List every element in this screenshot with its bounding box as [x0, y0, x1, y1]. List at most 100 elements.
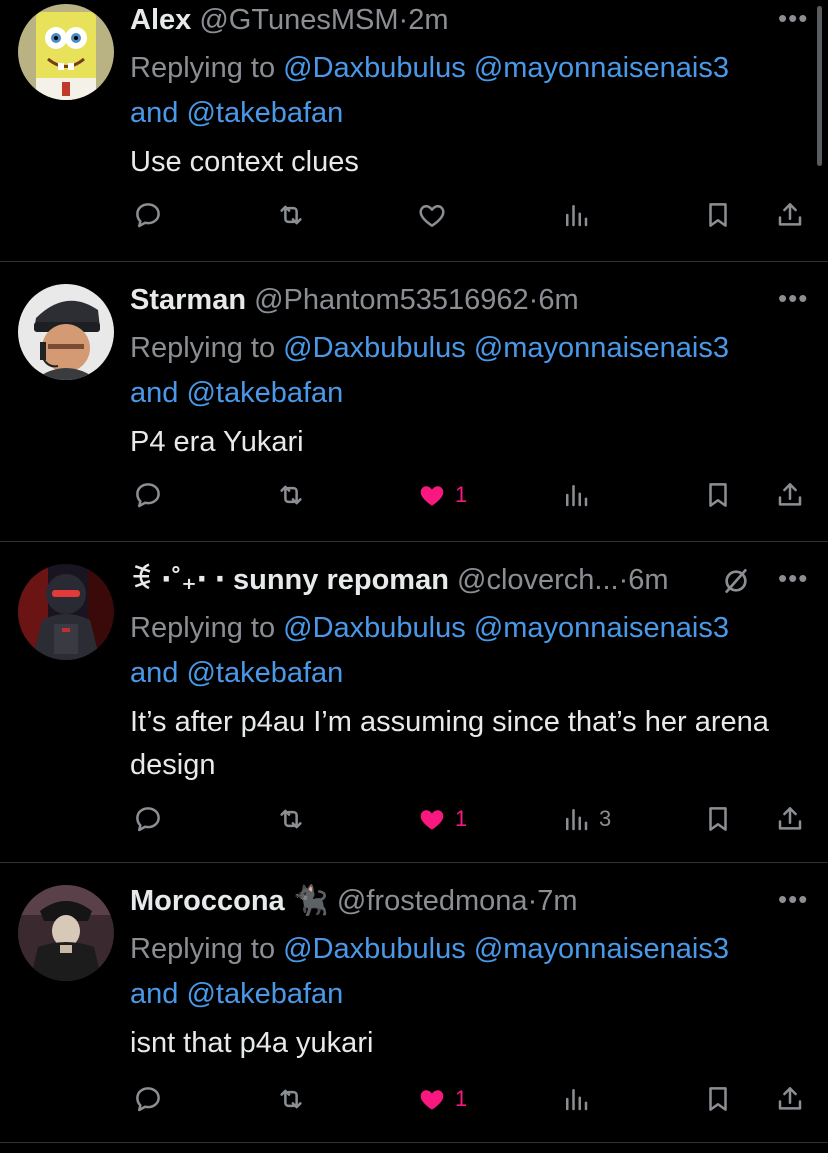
bookmark-button[interactable]: [703, 475, 733, 515]
reply-tweet[interactable]: Alex @GTunesMSM·2m ••• Replying to @Daxb…: [0, 0, 828, 261]
reply-icon: [133, 1084, 163, 1114]
display-name[interactable]: Starman: [130, 284, 246, 316]
share-button[interactable]: [775, 1079, 805, 1119]
views-count: 3: [599, 806, 612, 831]
reply-tweet[interactable]: Moroccona 🐈‍⬛ @frostedmona·7m ••• Replyi…: [0, 881, 828, 1142]
action-bar: 1 3: [0, 799, 828, 839]
tweet-text: P4 era Yukari: [130, 426, 304, 458]
retweet-icon: [276, 804, 306, 834]
reply-tweet[interactable]: ꉂ ⋅˚₊‧ ‧ sunny repoman @cloverch...·6m •…: [0, 560, 828, 862]
separator: ·: [528, 284, 539, 316]
user-handle[interactable]: @GTunesMSM: [199, 4, 398, 36]
display-name[interactable]: Moroccona: [130, 885, 285, 917]
mention-link[interactable]: @mayonnaisenais3: [474, 612, 729, 644]
mention-link[interactable]: @takebafan: [186, 657, 343, 689]
more-icon[interactable]: •••: [778, 5, 808, 32]
tweet-header: Alex @GTunesMSM·2m: [130, 0, 770, 40]
replying-to: Replying to @Daxbubulus @mayonnaisenais3…: [130, 46, 810, 136]
timestamp[interactable]: 2m: [408, 4, 448, 36]
reply-tweet[interactable]: Starman @Phantom53516962·6m ••• Replying…: [0, 280, 828, 541]
share-button[interactable]: [775, 475, 805, 515]
reply-button[interactable]: [133, 195, 163, 235]
display-name[interactable]: ꉂ ⋅˚₊‧ ‧ sunny repoman: [130, 564, 449, 596]
like-button[interactable]: 1: [417, 799, 467, 839]
retweet-button[interactable]: [276, 195, 306, 235]
bookmark-button[interactable]: [703, 1079, 733, 1119]
avatar[interactable]: [18, 284, 114, 380]
tweet-header: ꉂ ⋅˚₊‧ ‧ sunny repoman @cloverch...·6m: [130, 560, 770, 600]
mention-link[interactable]: @mayonnaisenais3: [474, 933, 729, 965]
reply-button[interactable]: [133, 475, 163, 515]
replying-to: Replying to @Daxbubulus @mayonnaisenais3…: [130, 927, 810, 1017]
more-icon[interactable]: •••: [778, 886, 808, 913]
reply-icon: [133, 804, 163, 834]
retweet-icon: [276, 200, 306, 230]
like-button[interactable]: 1: [417, 1079, 467, 1119]
bookmark-icon: [703, 804, 733, 834]
action-bar: 1: [0, 475, 828, 515]
timestamp[interactable]: 6m: [628, 564, 668, 596]
replying-to: Replying to @Daxbubulus @mayonnaisenais3…: [130, 606, 810, 696]
views-button[interactable]: [561, 475, 591, 515]
more-icon[interactable]: •••: [778, 285, 808, 312]
action-bar: [0, 195, 828, 235]
views-icon: [561, 1084, 591, 1114]
retweet-button[interactable]: [276, 799, 306, 839]
and-others-link[interactable]: and: [130, 377, 178, 409]
reply-icon: [133, 200, 163, 230]
avatar[interactable]: [18, 4, 114, 100]
like-button[interactable]: [417, 195, 447, 235]
like-count: 1: [455, 806, 468, 831]
replying-to-label: Replying to: [130, 52, 276, 84]
views-button[interactable]: [561, 1079, 591, 1119]
mention-link[interactable]: @takebafan: [186, 978, 343, 1010]
user-handle[interactable]: @Phantom53516962: [254, 284, 529, 316]
tweet-text: isnt that p4a yukari: [130, 1027, 374, 1059]
more-icon[interactable]: •••: [778, 565, 808, 592]
retweet-button[interactable]: [276, 475, 306, 515]
timestamp[interactable]: 6m: [538, 284, 578, 316]
views-button[interactable]: [561, 195, 591, 235]
mention-link[interactable]: @Daxbubulus: [283, 332, 466, 364]
views-icon: [561, 480, 591, 510]
like-count: 1: [455, 1086, 468, 1111]
mention-link[interactable]: @takebafan: [186, 97, 343, 129]
reply-button[interactable]: [133, 799, 163, 839]
mention-link[interactable]: @mayonnaisenais3: [474, 52, 729, 84]
display-name[interactable]: Alex: [130, 4, 191, 36]
share-button[interactable]: [775, 799, 805, 839]
tweet-header: Moroccona 🐈‍⬛ @frostedmona·7m: [130, 881, 770, 921]
mention-link[interactable]: @mayonnaisenais3: [474, 332, 729, 364]
mention-link[interactable]: @Daxbubulus: [283, 52, 466, 84]
mention-link[interactable]: @Daxbubulus: [283, 612, 466, 644]
bookmark-icon: [703, 1084, 733, 1114]
like-button[interactable]: 1: [417, 475, 467, 515]
bookmark-button[interactable]: [703, 799, 733, 839]
retweet-button[interactable]: [276, 1079, 306, 1119]
like-icon: [417, 200, 447, 230]
mention-link[interactable]: @takebafan: [186, 377, 343, 409]
avatar[interactable]: [18, 564, 114, 660]
bookmark-button[interactable]: [703, 195, 733, 235]
user-handle[interactable]: @cloverch...: [457, 564, 619, 596]
share-icon: [775, 1084, 805, 1114]
separator: ·: [398, 4, 409, 36]
views-button[interactable]: 3: [561, 799, 611, 839]
and-others-link[interactable]: and: [130, 657, 178, 689]
black-cat-emoji: 🐈‍⬛: [292, 885, 329, 917]
muted-icon: [720, 565, 752, 597]
user-handle[interactable]: @frostedmona: [337, 885, 528, 917]
replying-to-label: Replying to: [130, 612, 276, 644]
reply-button[interactable]: [133, 1079, 163, 1119]
like-icon: [417, 480, 447, 510]
avatar[interactable]: [18, 885, 114, 981]
share-button[interactable]: [775, 195, 805, 235]
timestamp[interactable]: 7m: [537, 885, 577, 917]
reply-icon: [133, 480, 163, 510]
mention-link[interactable]: @Daxbubulus: [283, 933, 466, 965]
like-icon: [417, 804, 447, 834]
and-others-link[interactable]: and: [130, 97, 178, 129]
and-others-link[interactable]: and: [130, 978, 178, 1010]
replying-to-label: Replying to: [130, 332, 276, 364]
bookmark-icon: [703, 480, 733, 510]
